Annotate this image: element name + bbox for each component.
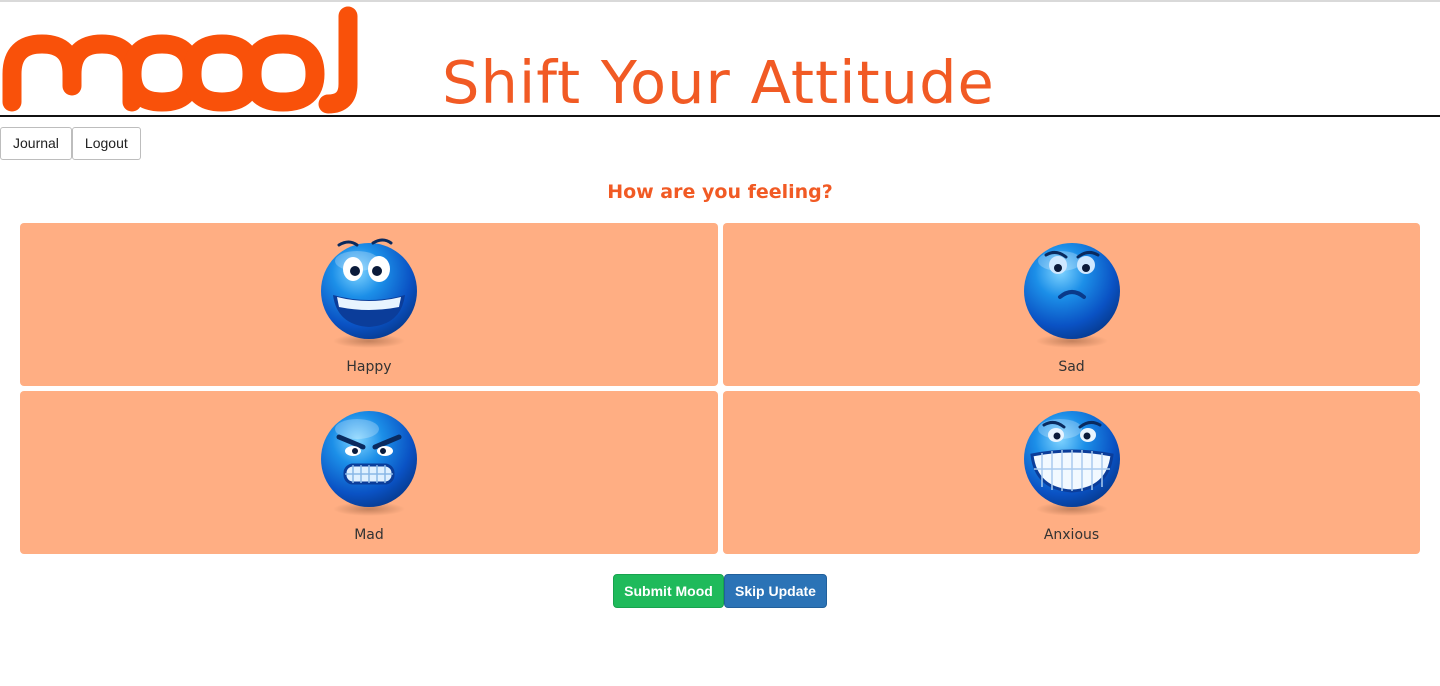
site-header: Shift Your Attitude <box>0 2 1440 117</box>
mood-label-mad: Mad <box>354 527 384 543</box>
mood-label-happy: Happy <box>346 359 392 375</box>
mood-question: How are you feeling? <box>607 181 833 203</box>
mood-card-anxious[interactable]: Anxious <box>723 391 1420 554</box>
mood-grid: Happy Sad Mad Anxious <box>20 223 1420 554</box>
mood-card-happy[interactable]: Happy <box>20 223 718 386</box>
mood-card-mad[interactable]: Mad <box>20 391 718 554</box>
site-title: Shift Your Attitude <box>442 48 995 117</box>
submit-mood-button[interactable]: Submit Mood <box>613 574 724 608</box>
logout-button[interactable]: Logout <box>71 127 141 160</box>
happy-face-icon <box>321 238 417 348</box>
mood-actions: Submit Mood Skip Update <box>613 574 827 608</box>
skip-update-button[interactable]: Skip Update <box>724 574 827 608</box>
nav-bar: Journal Logout <box>0 127 141 160</box>
mood-card-sad[interactable]: Sad <box>723 223 1420 386</box>
mood-label-sad: Sad <box>1058 359 1085 375</box>
mood-label-anxious: Anxious <box>1043 527 1100 543</box>
mood-logo[interactable] <box>0 4 362 116</box>
journal-button[interactable]: Journal <box>0 127 72 160</box>
anxious-face-icon <box>1023 411 1120 516</box>
sad-face-icon <box>1023 243 1120 348</box>
mad-face-icon <box>321 411 417 516</box>
